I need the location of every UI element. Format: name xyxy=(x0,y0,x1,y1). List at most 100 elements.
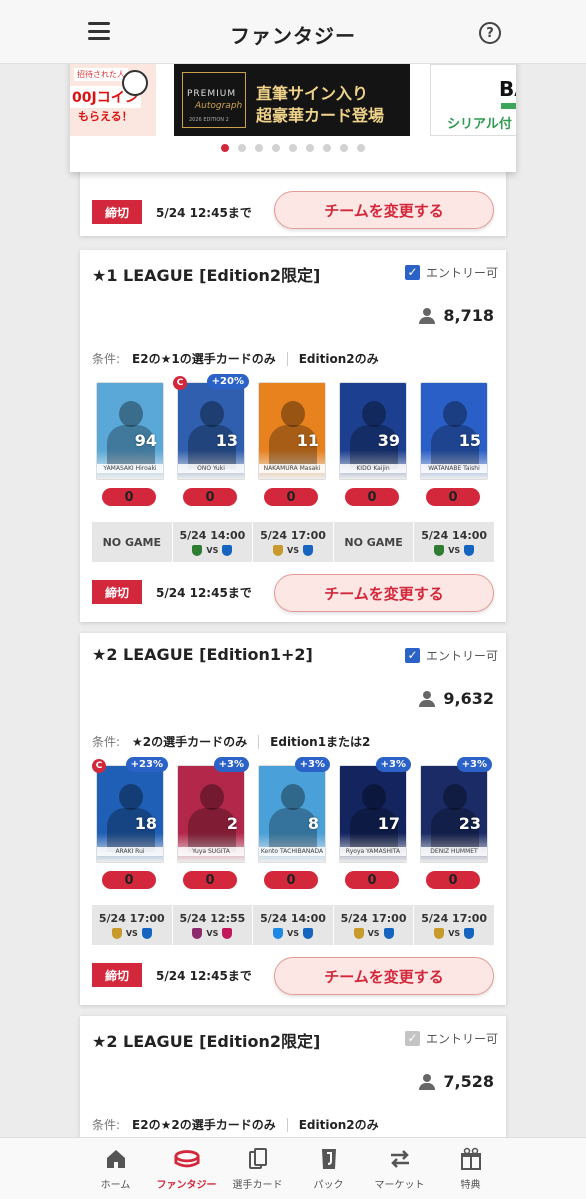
carousel-dot[interactable] xyxy=(272,144,280,152)
deadline-tag: 締切 xyxy=(92,580,142,604)
player-name: ONO Yuki xyxy=(178,464,244,473)
carousel-dot[interactable] xyxy=(306,144,314,152)
entry-label: エントリー可 xyxy=(426,648,499,663)
nav-label: マーケット xyxy=(374,1180,425,1191)
entry-status: ✓ エントリー可 xyxy=(405,262,498,282)
checkbox-checked-icon: ✓ xyxy=(405,647,420,663)
entry-label: エントリー可 xyxy=(426,1031,499,1046)
vs-text: VS xyxy=(206,928,219,938)
player-card[interactable]: 17 Ryoya YAMASHITA xyxy=(339,765,407,863)
league-title: ★1 LEAGUE [Edition2限定] xyxy=(92,266,321,285)
deadline: 締切 5/24 12:45まで xyxy=(92,580,252,604)
person-icon xyxy=(419,307,436,324)
participant-count: 8,718 xyxy=(419,306,494,325)
home-crest-icon xyxy=(192,927,203,939)
carousel-dot[interactable] xyxy=(238,144,246,152)
bonus-badge: +3% xyxy=(375,757,411,772)
player-slot[interactable]: 13 ONO Yuki C +20% 0 xyxy=(173,374,249,506)
player-slot[interactable]: 39 KIDO Kaijin 0 xyxy=(335,374,411,506)
player-slot[interactable]: 2 Yuya SUGITA +3% 0 xyxy=(173,757,249,889)
match-teams: VS xyxy=(273,544,313,556)
player-slot[interactable]: 18 ARAKI Rui C +23% 0 xyxy=(92,757,168,889)
invite-text: 招待された人 xyxy=(74,68,128,81)
change-team-button[interactable]: チームを変更する xyxy=(274,574,494,612)
conditions: 条件: E2の★1の選手カードのみ Edition2のみ xyxy=(92,350,379,367)
carousel-dot[interactable] xyxy=(289,144,297,152)
home-crest-icon xyxy=(111,927,122,939)
carousel-dot[interactable] xyxy=(221,144,229,152)
player-score: 0 xyxy=(345,871,399,889)
captain-badge: C xyxy=(173,376,187,390)
match-slot: NO GAME xyxy=(92,522,173,562)
banner-headline-2: 超豪華カード登場 xyxy=(256,106,385,125)
bonus-badge: +3% xyxy=(294,757,330,772)
lineup: 94 YAMASAKI Hiroaki 0 13 ONO Yuki C +20% 0 11 NAK… xyxy=(92,374,494,506)
nav-pack[interactable]: パック xyxy=(293,1138,364,1199)
league-card-star2-edition2[interactable]: ★2 LEAGUE [Edition2限定] ✓ エントリー可 7,528 条件… xyxy=(80,1016,506,1137)
deadline: 締切 5/24 12:45まで xyxy=(92,200,252,224)
entry-status: ✓ エントリー可 xyxy=(405,1028,498,1048)
match-slot: 5/24 17:00 VS xyxy=(253,522,334,562)
player-score: 0 xyxy=(426,488,480,506)
player-name: DENIZ HUMMET xyxy=(421,847,487,856)
player-number: 23 xyxy=(458,814,481,833)
home-crest-icon xyxy=(434,544,445,556)
player-slot[interactable]: 17 Ryoya YAMASHITA +3% 0 xyxy=(335,757,411,889)
away-crest-icon xyxy=(464,544,475,556)
player-slot[interactable]: 8 Kento TACHIBANADA +3% 0 xyxy=(254,757,330,889)
stadium-icon xyxy=(173,1146,200,1172)
match-teams: VS xyxy=(111,927,152,939)
help-icon[interactable]: ? xyxy=(479,22,501,44)
vs-text: VS xyxy=(367,928,380,938)
vs-text: VS xyxy=(287,545,299,555)
player-number: 13 xyxy=(215,431,238,450)
change-team-button[interactable]: チームを変更する xyxy=(274,957,494,995)
invite-banner[interactable]: 招待された人 00Jコイン もらえる！ xyxy=(70,64,156,136)
conditions: 条件: E2の★2の選手カードのみ Edition2のみ xyxy=(92,1116,379,1133)
mascot-icon xyxy=(122,70,148,96)
player-card[interactable]: 23 DENIZ HUMMET xyxy=(420,765,488,863)
carousel-dot[interactable] xyxy=(357,144,365,152)
player-slot[interactable]: 94 YAMASAKI Hiroaki 0 xyxy=(92,374,168,506)
league-card-star2-edition1-2[interactable]: ★2 LEAGUE [Edition1+2] ✓ エントリー可 9,632 条件… xyxy=(80,633,506,1005)
nav-home[interactable]: ホーム xyxy=(80,1138,151,1199)
lineup: 18 ARAKI Rui C +23% 0 2 Yuya SUGITA +3% 0 8 Kento … xyxy=(92,757,494,889)
player-card[interactable]: 15 WATANABE Taishi xyxy=(420,382,488,480)
checkbox-checked-icon: ✓ xyxy=(405,264,420,280)
home-crest-icon xyxy=(434,927,445,939)
player-slot[interactable]: 15 WATANABE Taishi 0 xyxy=(416,374,492,506)
premium-autograph-banner[interactable]: PREMIUM Autograph 2026 EDITION 2 直筆サイン入り… xyxy=(174,64,410,136)
player-card[interactable]: 11 NAKAMURA Masaki xyxy=(258,382,326,480)
vs-text: VS xyxy=(448,928,461,938)
player-slot[interactable]: 11 NAKAMURA Masaki 0 xyxy=(254,374,330,506)
home-crest-icon xyxy=(273,927,283,939)
carousel-dot[interactable] xyxy=(255,144,263,152)
match-slot: 5/24 14:00 VS xyxy=(414,522,494,562)
serial-banner[interactable]: BA シリアル付 xyxy=(430,64,516,136)
player-card[interactable]: 2 Yuya SUGITA xyxy=(177,765,245,863)
player-card[interactable]: 13 ONO Yuki xyxy=(177,382,245,480)
away-crest-icon xyxy=(383,927,394,939)
player-card[interactable]: 94 YAMASAKI Hiroaki xyxy=(96,382,164,480)
carousel-dot[interactable] xyxy=(323,144,331,152)
condition-edition: Edition1または2 xyxy=(270,735,371,749)
nav-rewards[interactable]: 特典 xyxy=(435,1138,506,1199)
player-card[interactable]: 8 Kento TACHIBANADA xyxy=(258,765,326,863)
player-slot[interactable]: 23 DENIZ HUMMET +3% 0 xyxy=(416,757,492,889)
player-card[interactable]: 18 ARAKI Rui xyxy=(96,765,164,863)
league-card-star1-edition2[interactable]: ★1 LEAGUE [Edition2限定] ✓ エントリー可 8,718 条件… xyxy=(80,250,506,622)
player-number: 8 xyxy=(307,814,319,833)
nav-market[interactable]: マーケット xyxy=(364,1138,435,1199)
carousel-indicator xyxy=(70,144,516,152)
carousel-dot[interactable] xyxy=(340,144,348,152)
match-teams: VS xyxy=(192,927,233,939)
match-time: 5/24 17:00 xyxy=(98,911,165,925)
bonus-badge: +3% xyxy=(456,757,492,772)
deadline-tag: 締切 xyxy=(92,200,142,224)
change-team-button[interactable]: チームを変更する xyxy=(274,191,494,229)
person-icon xyxy=(419,1073,436,1090)
player-card[interactable]: 39 KIDO Kaijin xyxy=(339,382,407,480)
nav-fantasy[interactable]: ファンタジー xyxy=(151,1138,222,1199)
nav-player-cards[interactable]: 選手カード xyxy=(222,1138,293,1199)
league-title: ★2 LEAGUE [Edition1+2] xyxy=(92,645,313,664)
